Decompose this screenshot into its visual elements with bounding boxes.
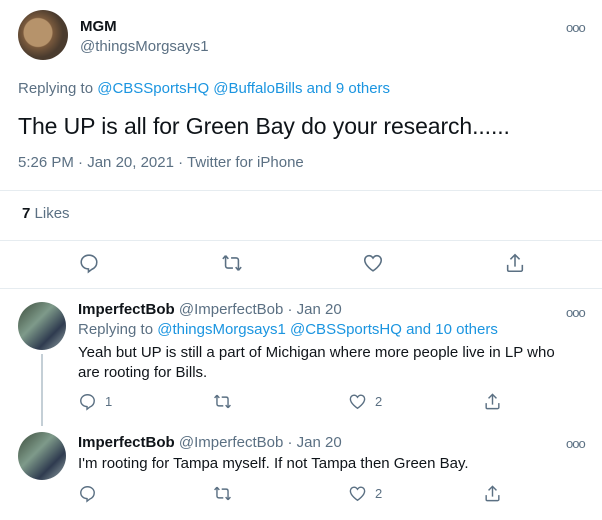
- user-handle[interactable]: @thingsMorgsays1: [80, 38, 209, 55]
- tweet-thread: MGM @thingsMorgsays1 ooo Replying to @CB…: [0, 0, 602, 520]
- reply-text-line: are rooting for Bills.: [78, 364, 208, 381]
- retweet-icon: [214, 394, 231, 409]
- likes-count-link[interactable]: 7 Likes: [22, 205, 70, 222]
- replying-others-link[interactable]: 10 others: [435, 321, 498, 338]
- likes-number: 7: [22, 205, 31, 222]
- heart-icon: [363, 254, 383, 272]
- reply-text-line: I'm rooting for Tampa myself. If not Tam…: [78, 455, 469, 472]
- retweet-button[interactable]: [212, 392, 233, 411]
- share-icon: [506, 253, 524, 273]
- heart-icon: [349, 486, 366, 502]
- tweet-meta: 5:26 PM · Jan 20, 2021 · Twitter for iPh…: [18, 154, 304, 171]
- share-icon: [485, 485, 500, 502]
- retweet-button[interactable]: [220, 252, 244, 274]
- replying-others-link[interactable]: 9 others: [336, 80, 390, 97]
- reply-header: ImperfectBob @ImperfectBob · Jan 20: [78, 434, 578, 451]
- heart-icon: [349, 394, 366, 410]
- reply-date[interactable]: Jan 20: [297, 434, 342, 451]
- like-count: 2: [375, 486, 383, 501]
- tweet-text: The UP is all for Green Bay do your rese…: [18, 113, 510, 139]
- user-handle[interactable]: @ImperfectBob: [179, 434, 283, 451]
- share-button[interactable]: [483, 392, 502, 411]
- replying-to: Replying to @thingsMorgsays1 @CBSSportsH…: [78, 320, 578, 340]
- reply-button[interactable]: [78, 252, 100, 274]
- replying-prefix: Replying to: [78, 321, 154, 338]
- reply-date[interactable]: Jan 20: [297, 301, 342, 318]
- retweet-icon: [222, 255, 242, 271]
- separator: ·: [78, 154, 84, 171]
- avatar[interactable]: [18, 10, 68, 60]
- replying-to: Replying to @CBSSportsHQ @BuffaloBills a…: [18, 80, 390, 97]
- like-button[interactable]: [362, 252, 384, 274]
- user-handle[interactable]: @ImperfectBob: [179, 301, 283, 318]
- display-name[interactable]: ImperfectBob: [78, 434, 175, 451]
- tweet-source[interactable]: Twitter for iPhone: [187, 154, 304, 171]
- share-button[interactable]: [483, 484, 502, 503]
- retweet-button[interactable]: [212, 484, 233, 503]
- reply-button[interactable]: 1: [78, 392, 112, 411]
- replying-prefix: Replying to: [18, 80, 94, 97]
- like-button[interactable]: 2: [348, 484, 382, 503]
- separator: ·: [287, 301, 293, 318]
- share-icon: [485, 393, 500, 410]
- divider: [0, 190, 602, 191]
- separator: ·: [287, 434, 293, 451]
- avatar[interactable]: [18, 302, 66, 350]
- like-button[interactable]: 2: [348, 392, 382, 411]
- avatar[interactable]: [18, 432, 66, 480]
- separator: ·: [178, 154, 184, 171]
- display-name[interactable]: MGM: [80, 18, 209, 35]
- share-button[interactable]: [504, 252, 526, 274]
- main-tweet-header: MGM @thingsMorgsays1: [18, 10, 209, 62]
- reply-icon: [80, 394, 95, 411]
- reply-tweet[interactable]: ooo ImperfectBob @ImperfectBob · Jan 20 …: [0, 288, 602, 426]
- tweet-time[interactable]: 5:26 PM: [18, 154, 74, 171]
- reply-icon: [80, 486, 95, 503]
- thread-line: [41, 354, 43, 426]
- reply-button[interactable]: [78, 484, 97, 503]
- reply-header: ImperfectBob @ImperfectBob · Jan 20: [78, 301, 578, 318]
- reply-count: 1: [105, 394, 113, 409]
- replying-and: and: [306, 80, 332, 97]
- reply-text-line: Yeah but UP is still a part of Michigan …: [78, 344, 555, 361]
- replying-users-link[interactable]: @thingsMorgsays1 @CBSSportsHQ: [157, 321, 402, 338]
- likes-label: Likes: [34, 205, 70, 222]
- reply-icon: [80, 254, 98, 274]
- display-name[interactable]: ImperfectBob: [78, 301, 175, 318]
- more-dots-icon[interactable]: ooo: [566, 20, 586, 35]
- reply-tweet[interactable]: ooo ImperfectBob @ImperfectBob · Jan 20 …: [0, 426, 602, 520]
- replying-users-link[interactable]: @CBSSportsHQ @BuffaloBills: [97, 80, 302, 97]
- tweet-date[interactable]: Jan 20, 2021: [87, 154, 174, 171]
- like-count: 2: [375, 394, 383, 409]
- replying-and: and: [406, 321, 432, 338]
- retweet-icon: [214, 486, 231, 501]
- divider: [0, 240, 602, 241]
